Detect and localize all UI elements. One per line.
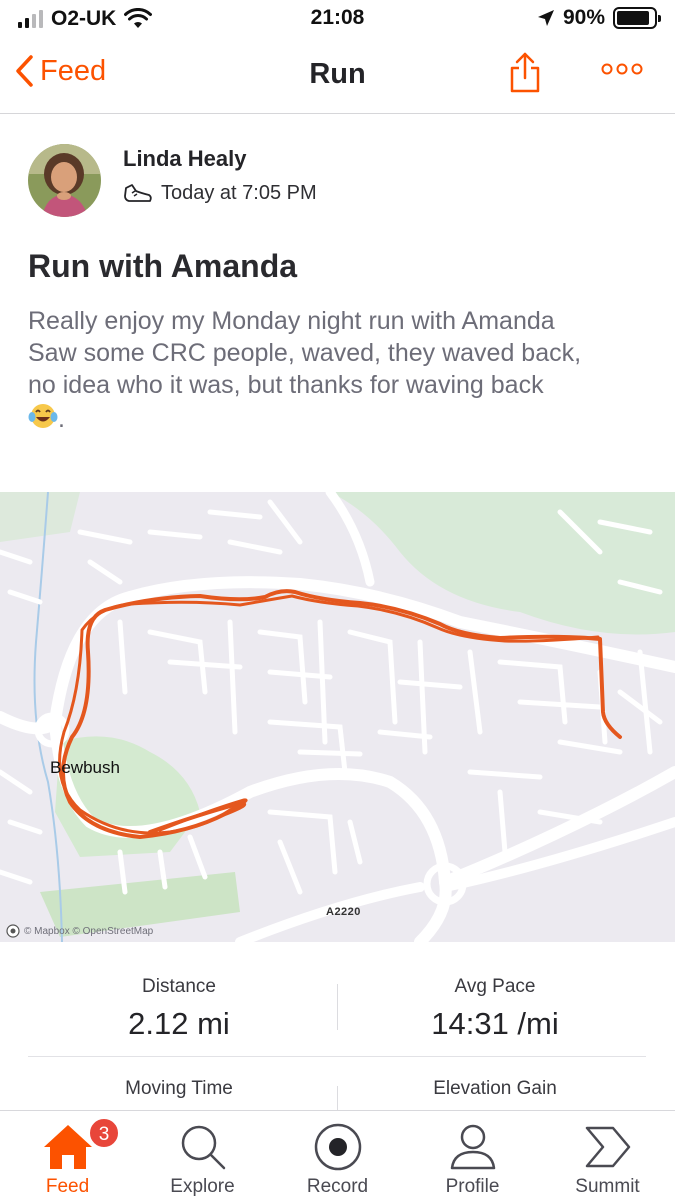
stat-distance: Distance 2.12 mi: [19, 976, 339, 1042]
tab-summit[interactable]: Summit: [540, 1111, 675, 1200]
tab-profile[interactable]: Profile: [405, 1111, 540, 1200]
description-end: .: [58, 405, 65, 433]
stat-label: Avg Pace: [454, 976, 536, 997]
tab-label: Summit: [575, 1176, 640, 1197]
map-attribution[interactable]: © Mapbox © OpenStreetMap: [6, 924, 153, 938]
tab-label: Feed: [45, 1176, 90, 1197]
tab-explore[interactable]: Explore: [135, 1111, 270, 1200]
stat-label: Distance: [142, 976, 216, 997]
tab-record[interactable]: Record: [270, 1111, 405, 1200]
nav-bar: Feed Run: [0, 40, 675, 114]
share-button[interactable]: [508, 50, 542, 99]
description-line: Really enjoy my Monday night run with Am…: [28, 307, 555, 335]
share-icon: [510, 52, 540, 93]
profile-icon: [450, 1124, 495, 1170]
map-canvas: [0, 492, 675, 942]
description-line: .: [28, 401, 648, 435]
stat-moving-time: Moving Time: [19, 1078, 339, 1100]
stat-label: Moving Time: [125, 1078, 233, 1099]
athlete-name[interactable]: Linda Healy: [123, 146, 246, 172]
laughing-tears-emoji-icon: [28, 404, 58, 428]
map-road-label: A2220: [326, 906, 361, 918]
home-icon: [43, 1125, 92, 1169]
avatar[interactable]: [28, 144, 101, 217]
tab-bar: 3 Feed Explore Record Profile Summit: [0, 1110, 675, 1200]
stat-elevation-gain: Elevation Gain: [335, 1078, 655, 1100]
route-map[interactable]: Bewbush A2220 © Mapbox © OpenStreetMap: [0, 492, 675, 942]
page-title: Run: [309, 58, 366, 90]
stat-row-divider: [28, 1056, 646, 1057]
battery-percent: 90%: [562, 6, 605, 29]
stat-value: 14:31 /mi: [431, 1006, 559, 1041]
tab-label: Profile: [445, 1176, 500, 1197]
description-line: Saw some CRC people, waved, they waved b…: [28, 339, 582, 367]
tab-label: Record: [306, 1176, 369, 1197]
battery-level: [617, 11, 650, 25]
attribution-text: © Mapbox © OpenStreetMap: [24, 925, 154, 937]
activity-timestamp: Today at 7:05 PM: [161, 182, 317, 204]
map-place-label: Bewbush: [50, 758, 120, 777]
activity-title: Run with Amanda: [28, 248, 298, 284]
search-icon: [181, 1125, 225, 1170]
activity-meta: Today at 7:05 PM: [123, 182, 317, 205]
notification-badge: 3: [88, 1117, 120, 1149]
more-button[interactable]: [600, 62, 644, 81]
battery-icon: [613, 7, 661, 29]
mapbox-logo-icon: [6, 924, 20, 938]
status-bar: O2-UK 21:08 90%: [0, 0, 675, 38]
activity-description: Really enjoy my Monday night run with Am…: [28, 305, 648, 435]
stat-label: Elevation Gain: [433, 1078, 557, 1099]
park-area: [330, 492, 675, 635]
location-arrow-icon: [537, 10, 554, 26]
record-icon: [314, 1123, 361, 1171]
tab-feed[interactable]: 3 Feed: [0, 1111, 135, 1200]
tab-label: Explore: [170, 1176, 235, 1197]
more-dots-icon: [601, 63, 643, 75]
park-area: [0, 492, 80, 542]
summit-icon: [585, 1126, 630, 1168]
stat-value: 2.12 mi: [128, 1006, 230, 1041]
shoe-icon: [124, 183, 152, 202]
stat-avg-pace: Avg Pace 14:31 /mi: [335, 976, 655, 1042]
description-line: no idea who it was, but thanks for wavin…: [28, 371, 544, 399]
avatar-photo: [28, 144, 101, 217]
